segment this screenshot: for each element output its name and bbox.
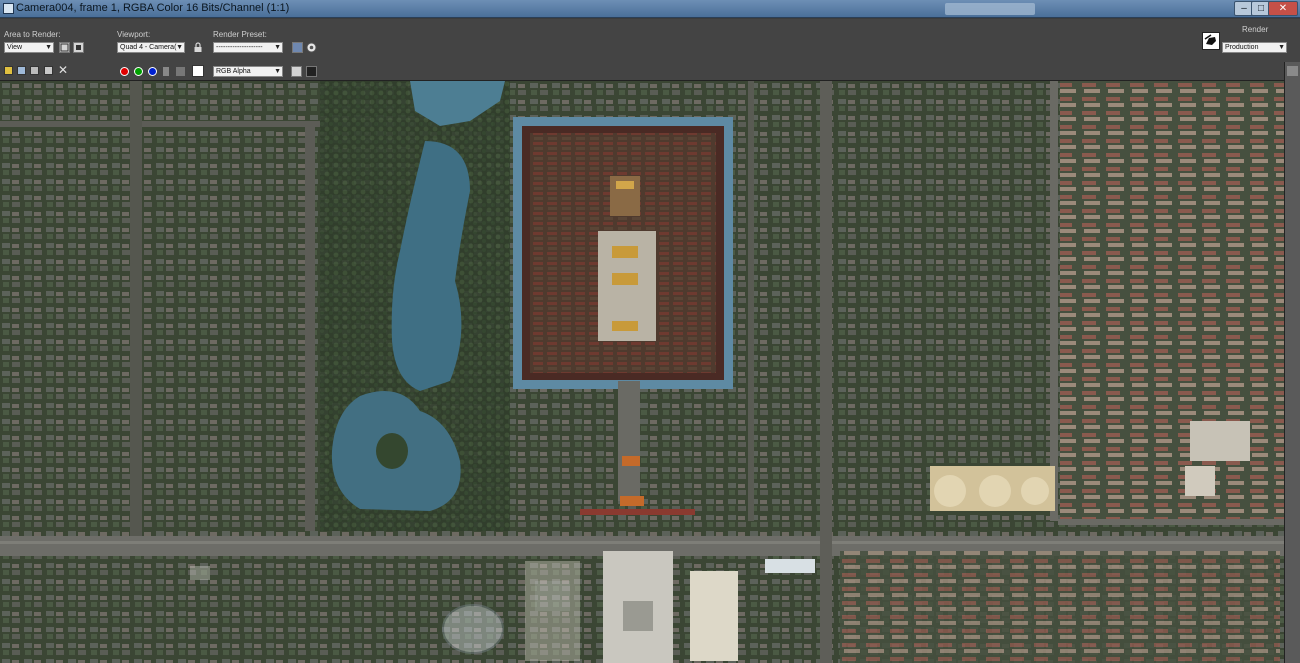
edit-region-icon[interactable]	[59, 42, 70, 53]
render-preset-select[interactable]: -------------------- ▼	[213, 42, 283, 53]
color-swatch[interactable]	[192, 65, 204, 77]
channel-display-select[interactable]: RGB Alpha ▼	[213, 66, 283, 77]
viewport-value: Quad 4 - Camera(	[120, 44, 177, 51]
title-bar: Camera004, frame 1, RGBA Color 16 Bits/C…	[0, 0, 1300, 18]
render-frame-toolbar: Area to Render: View ▼ Viewport: Quad 4 …	[0, 19, 1300, 81]
render-teapot-icon[interactable]	[1202, 32, 1220, 50]
lock-icon[interactable]	[193, 42, 203, 53]
display-toggle-icon[interactable]	[306, 66, 317, 77]
render-preset-value: --------------------	[216, 44, 263, 51]
chevron-down-icon: ▼	[45, 44, 52, 51]
monochrome-toggle[interactable]	[176, 67, 185, 76]
chevron-down-icon: ▼	[1278, 44, 1285, 51]
chevron-down-icon: ▼	[176, 44, 183, 51]
render-viewport	[0, 81, 1284, 663]
chevron-down-icon: ▼	[274, 68, 281, 75]
auto-region-icon[interactable]	[73, 42, 84, 53]
aerial-city-render	[0, 81, 1284, 663]
clear-icon[interactable]: ✕	[58, 64, 70, 76]
scroll-up-icon[interactable]	[1287, 66, 1298, 76]
alpha-channel-toggle[interactable]	[163, 67, 169, 76]
render-mode-value: Production	[1225, 44, 1259, 51]
title-bar-search	[945, 3, 1035, 15]
render-mode-select[interactable]: Production ▼	[1222, 42, 1287, 53]
app-icon	[3, 3, 14, 14]
green-channel-toggle[interactable]	[134, 67, 143, 76]
clone-icon[interactable]	[30, 66, 39, 75]
save-icon[interactable]	[4, 66, 13, 75]
window-title: Camera004, frame 1, RGBA Color 16 Bits/C…	[16, 2, 290, 14]
render-preset-label: Render Preset:	[213, 30, 267, 39]
copy-icon[interactable]	[17, 66, 26, 75]
view-toggle-icon[interactable]	[291, 66, 302, 77]
environment-icon[interactable]	[306, 42, 317, 53]
render-label: Render	[1242, 25, 1269, 34]
red-channel-toggle[interactable]	[120, 67, 129, 76]
print-icon[interactable]	[44, 66, 53, 75]
blue-channel-toggle[interactable]	[148, 67, 157, 76]
viewport-label: Viewport:	[117, 30, 151, 39]
vertical-scrollbar[interactable]	[1284, 62, 1300, 663]
area-to-render-select[interactable]: View ▼	[4, 42, 54, 53]
chevron-down-icon: ▼	[274, 44, 281, 51]
channel-display-value: RGB Alpha	[216, 68, 251, 75]
area-to-render-label: Area to Render:	[4, 30, 61, 39]
close-button[interactable]: ✕	[1268, 1, 1298, 16]
render-setup-icon[interactable]	[292, 42, 303, 53]
viewport-select[interactable]: Quad 4 - Camera( ▼	[117, 42, 185, 53]
area-to-render-value: View	[7, 44, 23, 51]
